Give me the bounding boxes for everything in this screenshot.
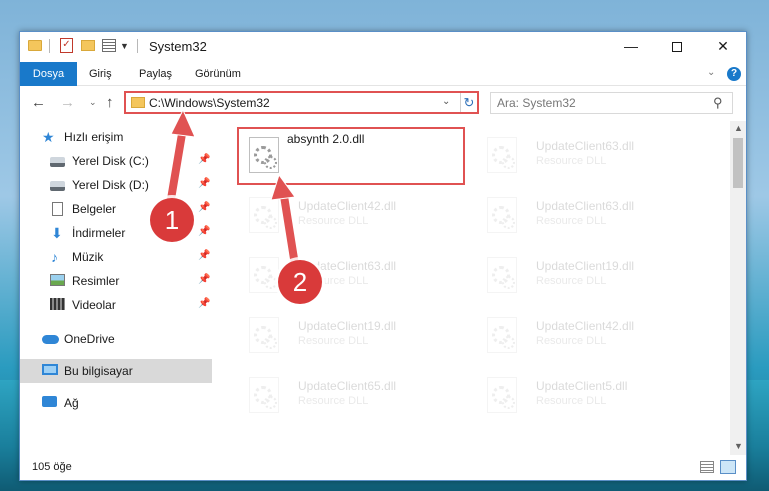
- arrow-2: [270, 173, 299, 269]
- annotation-arrows: [166, 108, 299, 269]
- step-1-badge: 1: [150, 198, 194, 242]
- step-2-badge: 2: [278, 260, 322, 304]
- arrow-1: [166, 108, 196, 209]
